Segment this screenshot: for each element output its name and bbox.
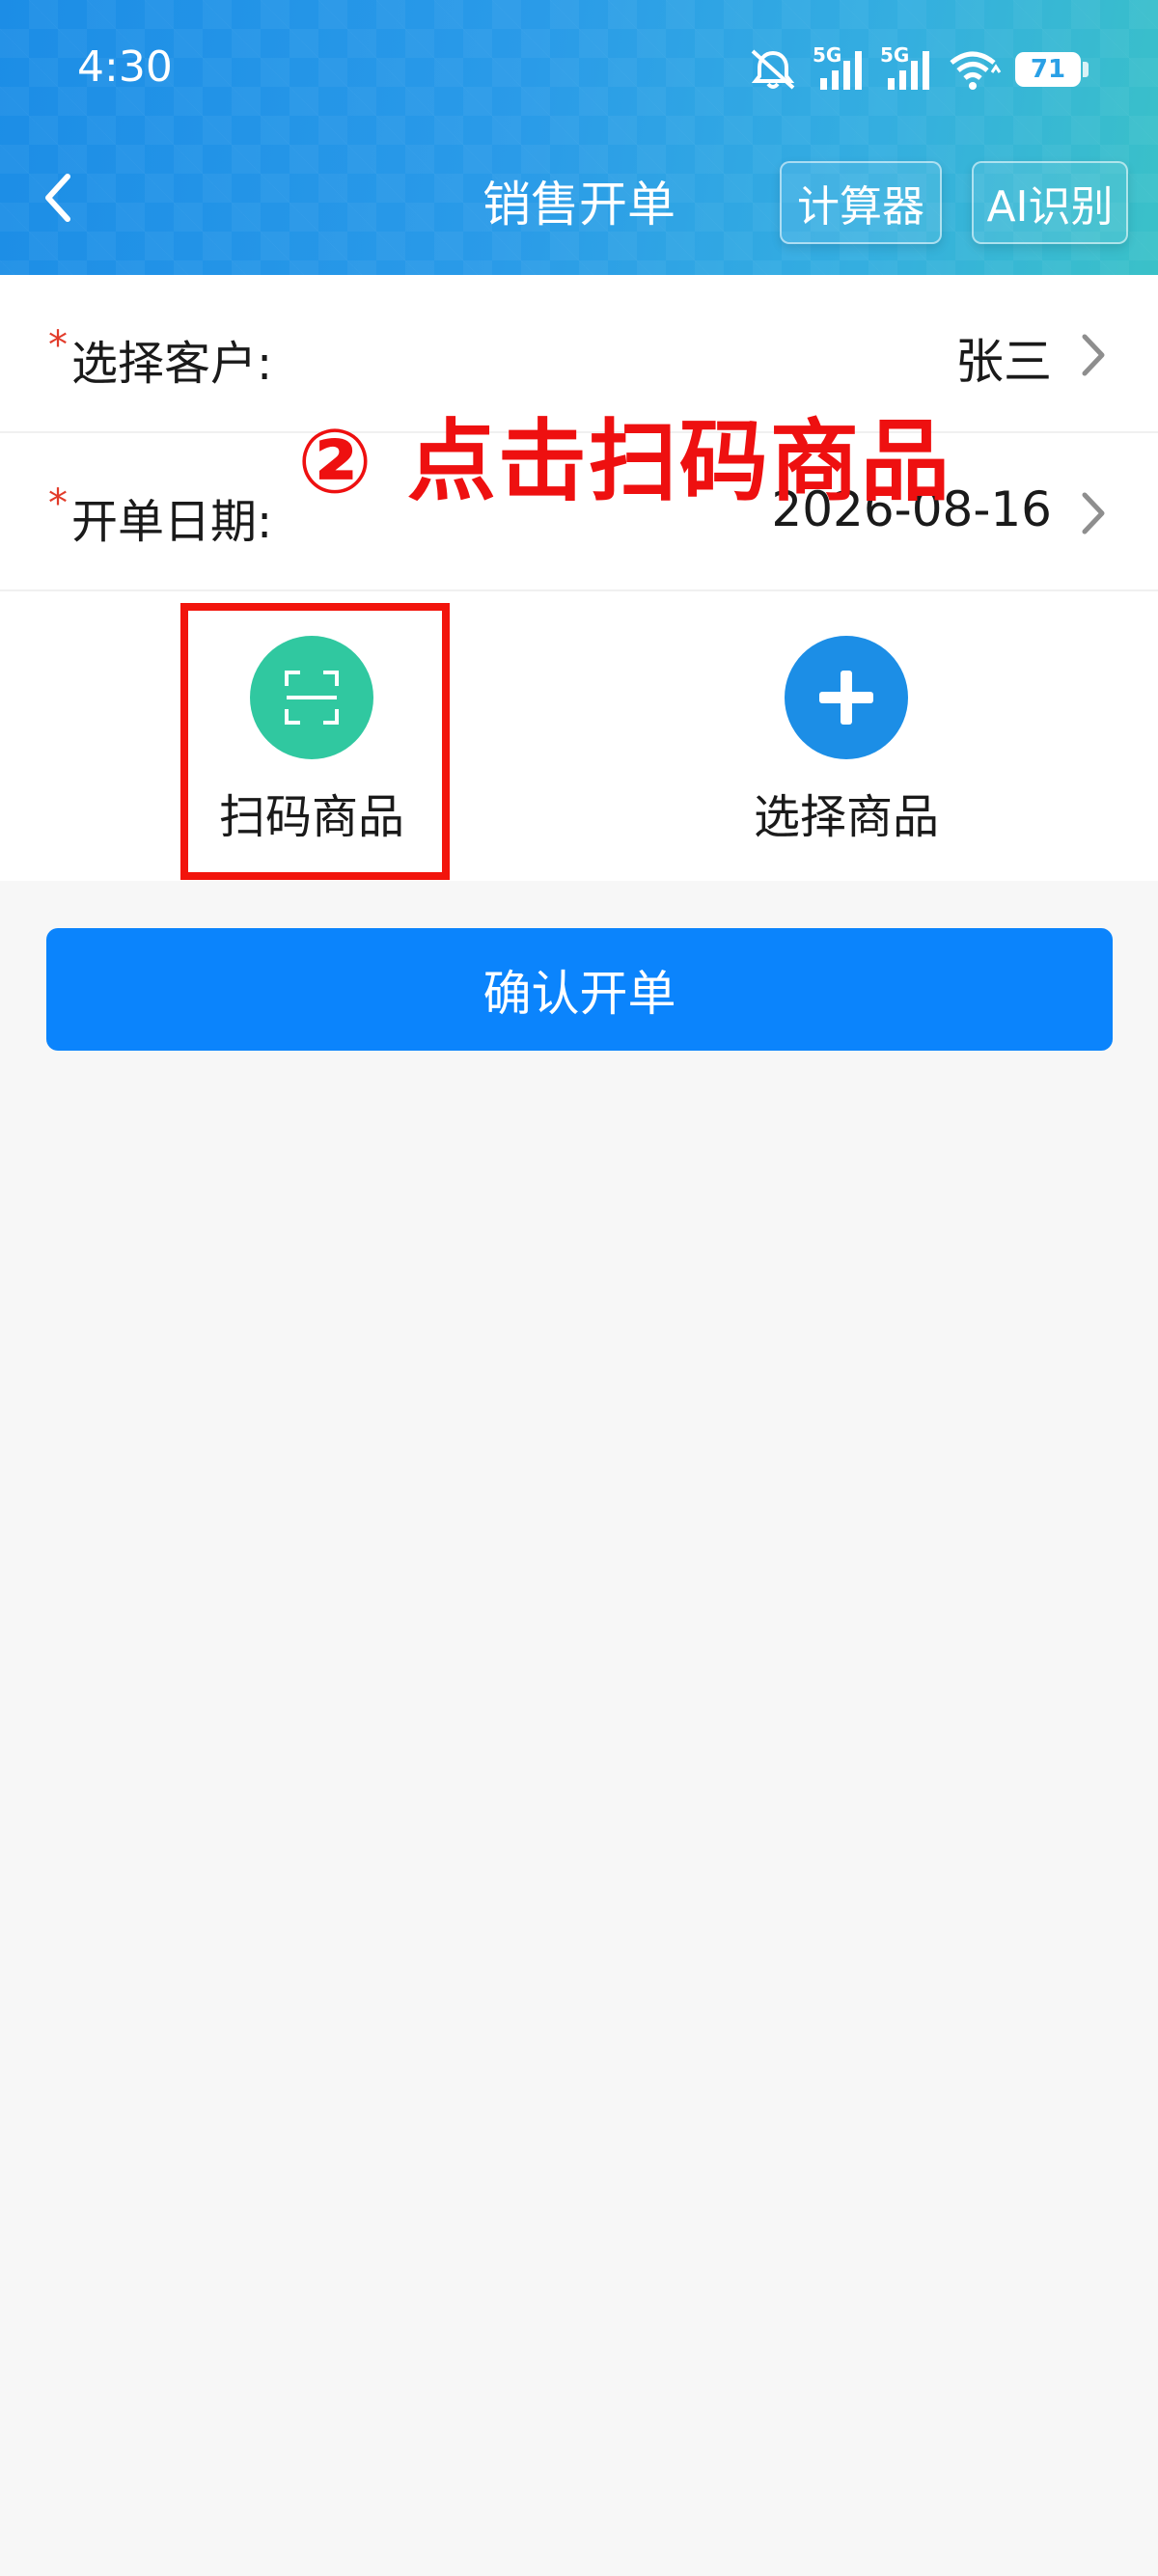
scan-icon [250, 636, 373, 759]
annotation-text: ② 点击扫码商品 [297, 410, 951, 513]
choose-product-button[interactable]: 选择商品 [731, 636, 962, 846]
product-actions: 扫码商品 选择商品 [0, 591, 1158, 881]
calculator-button-label: 计算器 [797, 182, 924, 232]
confirm-order-button[interactable]: 确认开单 [46, 928, 1113, 1051]
required-mark: * [48, 323, 68, 368]
battery-level: 71 [1030, 55, 1066, 84]
choose-product-label: 选择商品 [753, 790, 939, 844]
status-icons: 5G 5G 71 [747, 42, 1089, 96]
ai-recognition-button[interactable]: AI识别 [972, 161, 1128, 244]
confirm-order-label: 确认开单 [482, 965, 676, 1022]
scan-product-button[interactable]: 扫码商品 [196, 636, 427, 846]
customer-label: 选择客户: [71, 337, 273, 391]
chevron-right-icon [1082, 492, 1105, 534]
signal-label: 5G [813, 43, 842, 67]
chevron-right-icon [1082, 334, 1105, 376]
app-header: 4:30 5G 5G 71 销售开单 计算器 AI识别 [0, 0, 1158, 275]
required-mark: * [48, 481, 68, 526]
chevron-left-icon [45, 174, 70, 222]
wifi-icon [948, 47, 1002, 92]
calculator-button[interactable]: 计算器 [780, 161, 942, 244]
signal-5g-icon: 5G [813, 43, 867, 92]
ai-recognition-button-label: AI识别 [986, 182, 1114, 232]
scan-product-label: 扫码商品 [218, 790, 404, 844]
signal-label: 5G [880, 43, 910, 67]
signal-5g-icon: 5G [880, 43, 934, 92]
plus-icon [785, 636, 908, 759]
battery-icon: 71 [1015, 52, 1089, 87]
customer-value: 张三 [955, 334, 1052, 390]
back-button[interactable] [29, 164, 87, 232]
status-time: 4:30 [77, 42, 173, 92]
mute-icon [747, 47, 799, 92]
date-label: 开单日期: [71, 495, 273, 549]
